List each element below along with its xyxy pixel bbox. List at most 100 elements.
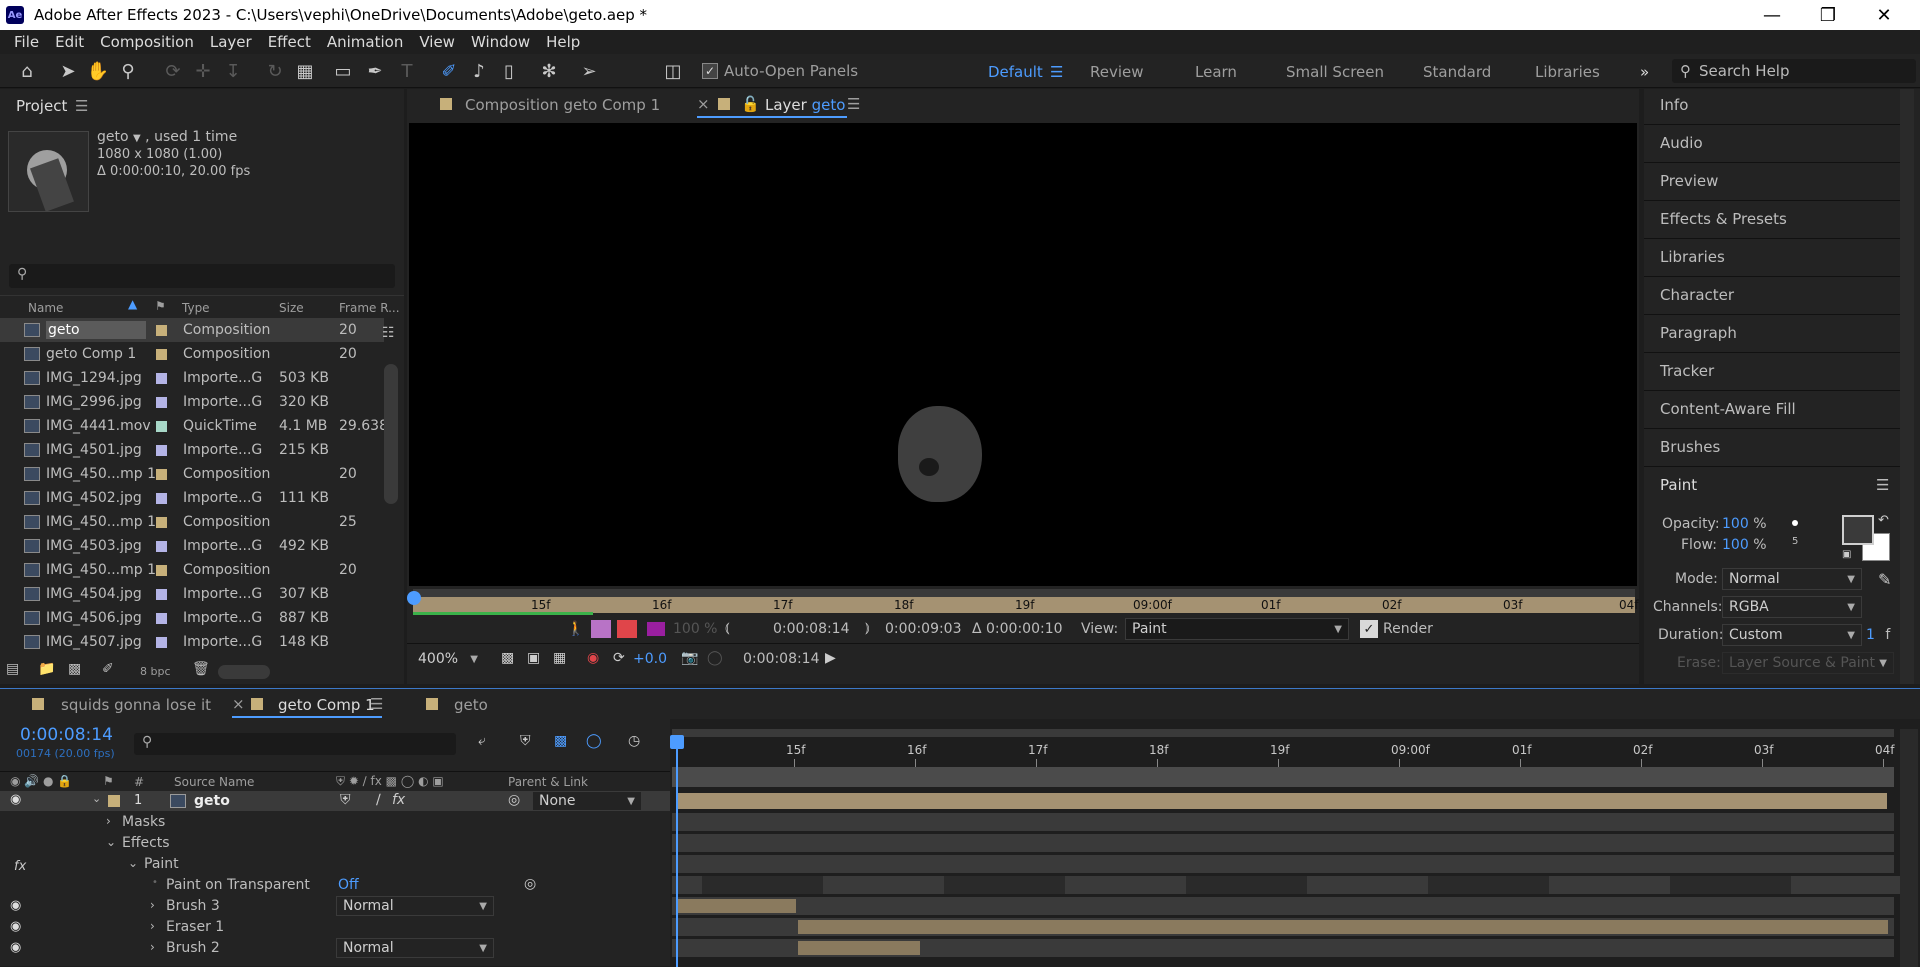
menu-composition[interactable]: Composition [92,33,202,51]
project-item-row[interactable]: IMG_4504.jpg Importe...G 307 KB [0,582,384,606]
roto-brush-icon[interactable]: ✻ [536,59,562,83]
tab-layer[interactable]: Layer geto [765,96,845,114]
workspace-default[interactable]: Default [988,63,1043,81]
twirl-icon[interactable]: ⌄ [106,835,116,849]
reset-exposure-icon[interactable]: ⟳ [613,650,625,666]
thumbnail-size-slider[interactable] [218,665,270,679]
blend-mode-dropdown[interactable]: Normal ▼ [336,896,494,916]
workspace-small-screen[interactable]: Small Screen [1286,63,1384,81]
eyedropper-icon[interactable]: ✎ [1878,570,1891,589]
delete-icon[interactable]: 🗑 [192,661,210,677]
paint-erase-dropdown[interactable]: Layer Source & Paint ▼ [1722,652,1894,674]
project-item-row[interactable]: IMG_2996.jpg Importe...G 320 KB [0,390,384,414]
onion-skin-before-icon[interactable] [591,620,611,638]
composition-mini-flowchart-icon[interactable]: ⤶ [478,733,486,749]
property-row[interactable]: ◉ › Brush 3 Normal ▼ [0,896,670,917]
onion-skin-after-icon[interactable] [617,620,637,638]
property-row[interactable]: ◉ › Eraser 1 [0,917,670,938]
puppet-pin-icon[interactable]: ➢ [576,59,602,83]
viewer-time-ruler[interactable]: 15f 16f 17f 18f 19f 09:00f 01f 02f 03f 0… [413,597,1639,613]
panel-libraries[interactable]: Libraries [1660,248,1725,266]
label-swatch[interactable] [156,444,167,456]
layer-row[interactable]: ◉ ⌄ 1 geto ⛨ ∕ fx ◎ None ▼ [0,791,670,811]
label-swatch[interactable] [156,492,167,504]
panel-menu-icon[interactable]: ☰ [847,95,860,113]
current-time-handle[interactable] [670,735,684,749]
snap-icon[interactable]: ◫ [660,59,686,83]
clone-stamp-icon[interactable]: ♪ [466,59,492,83]
timeline-tab-geto-comp-1[interactable]: geto Comp 1 [278,696,375,714]
lock-time-icon[interactable]: ▶ [825,650,836,666]
swap-colors-icon[interactable]: ↶ [1878,513,1889,528]
flowchart-icon[interactable]: ☷ [382,325,398,341]
property-row[interactable]: • Paint on Transparent Off ◎ [0,875,670,896]
grid-icon[interactable]: ▦ [553,650,566,666]
out-point[interactable]: 0:00:09:03 [885,621,962,637]
close-icon[interactable]: ✕ [1856,0,1912,30]
orbit-camera-icon[interactable]: ⟳ [160,59,186,83]
label-swatch[interactable] [156,564,167,576]
project-item-row[interactable]: IMG_4507.jpg Importe...G 148 KB [0,630,384,654]
stroke-duration-bar[interactable] [798,941,920,955]
selection-tool-icon[interactable]: ➤ [55,59,81,83]
lock-icon[interactable]: 🔓 [741,95,760,113]
col-name[interactable]: Name [28,301,63,315]
new-folder-icon[interactable]: 📁 [38,661,55,677]
view-dropdown[interactable]: Paint ▼ [1125,618,1349,640]
twirl-open-icon[interactable]: ⌄ [92,792,101,805]
project-scrollbar[interactable] [384,364,398,504]
stroke-duration-bar[interactable] [798,920,1888,934]
project-item-row[interactable]: IMG_4441.mov QuickTime 4.1 MB 29.638 [0,414,384,438]
type-tool-icon[interactable]: T [394,59,420,83]
parent-dropdown[interactable]: None ▼ [532,791,642,811]
project-search-input[interactable]: ⚲ [9,264,395,288]
panel-paragraph[interactable]: Paragraph [1660,324,1737,342]
render-checkbox[interactable]: ✓ [1360,620,1378,638]
viewer-work-area-bar[interactable] [413,589,1635,597]
onion-skin-icon[interactable]: 🚶 [567,621,584,637]
graph-editor-icon[interactable]: ◷ [628,733,640,749]
timeline-current-time[interactable]: 0:00:08:14 [20,725,113,745]
tab-composition-geto-comp-1[interactable]: Composition geto Comp 1 [465,96,660,114]
col-frame-rate[interactable]: Frame R... [339,301,400,315]
pen-tool-icon[interactable]: ✒ [362,59,388,83]
blend-mode-dropdown[interactable]: Normal ▼ [336,938,494,958]
panel-content-aware-fill[interactable]: Content-Aware Fill [1660,400,1796,418]
twirl-icon[interactable]: › [150,940,155,954]
more-workspaces-icon[interactable]: » [1640,63,1649,81]
adjust-project-settings-icon[interactable]: ✐ [102,661,114,677]
property-row[interactable]: › Masks [0,812,670,833]
project-item-row[interactable]: IMG_450...mp 1 Composition 25 [0,510,384,534]
project-item-row[interactable]: geto Composition 20 [0,318,384,342]
paint-channels-dropdown[interactable]: RGBA ▼ [1722,596,1862,618]
close-tab-icon[interactable]: × [697,95,710,113]
work-area-bar[interactable] [672,729,1894,737]
layer-label-swatch[interactable] [108,795,120,807]
rectangle-tool-icon[interactable]: ▭ [330,59,356,83]
workspace-review[interactable]: Review [1090,63,1144,81]
label-swatch[interactable] [156,612,167,624]
viewer-current-time[interactable]: 0:00:08:14 [743,651,820,667]
pick-whip-icon[interactable]: ◎ [508,792,520,808]
visibility-eye-icon[interactable]: ◉ [10,919,21,934]
label-swatch[interactable] [156,348,167,360]
bit-depth-label[interactable]: 8 bpc [140,665,171,678]
project-item-row[interactable]: IMG_4506.jpg Importe...G 887 KB [0,606,384,630]
property-row[interactable]: ⌄ Paint [0,854,670,875]
paint-duration-frames-field[interactable]: 1 f [1866,627,1890,643]
label-swatch[interactable] [156,540,167,552]
workspace-learn[interactable]: Learn [1195,63,1237,81]
safe-zones-icon[interactable]: ▣ [527,650,540,666]
panel-audio[interactable]: Audio [1660,134,1703,152]
visibility-eye-icon[interactable]: ◉ [10,940,21,955]
current-time-indicator[interactable] [676,735,678,967]
timeline-tab-geto[interactable]: geto [454,696,488,714]
dolly-camera-icon[interactable]: ↧ [220,59,246,83]
foreground-color-swatch-top[interactable] [1842,515,1874,545]
twirl-icon[interactable]: › [150,898,155,912]
menu-window[interactable]: Window [463,33,538,51]
property-row[interactable]: ◉ › Brush 2 Normal ▼ [0,938,670,959]
menu-animation[interactable]: Animation [319,33,411,51]
set-in-point-icon[interactable]: ⦅ [725,620,730,636]
timeline-scrollbar[interactable] [1900,729,1918,967]
